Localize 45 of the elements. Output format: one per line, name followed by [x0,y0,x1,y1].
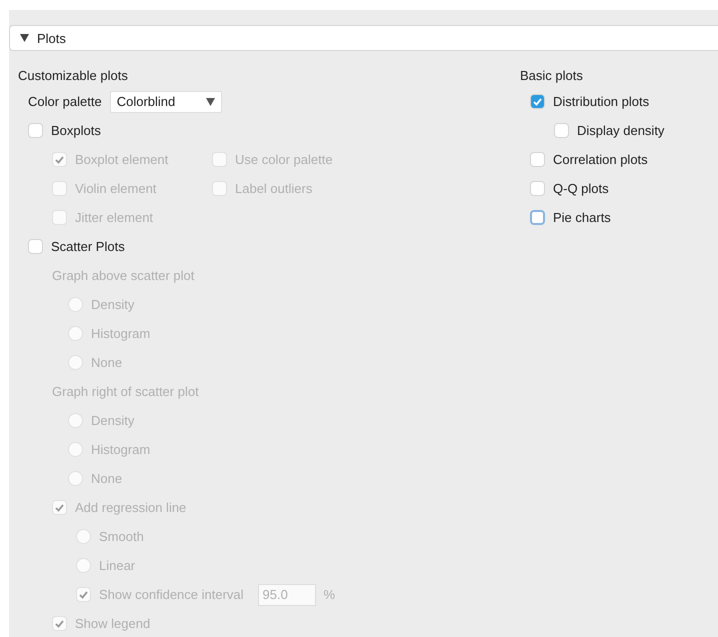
checkbox-label: Violin element [75,181,156,196]
checkbox[interactable] [530,181,545,196]
radio-label: Density [91,297,134,312]
checkbox[interactable] [554,123,569,138]
radio-label: Histogram [91,326,150,341]
checkbox-label: Show confidence interval [99,587,244,602]
checkbox-label: Boxplot element [75,152,168,167]
checkbox-label: Correlation plots [553,152,648,167]
checkbox[interactable] [530,94,545,109]
radio-label: None [91,355,122,370]
checkbox-label: Scatter Plots [51,239,125,254]
radio-label: Histogram [91,442,150,457]
check-icon [533,98,542,106]
checkbox[interactable] [530,210,545,225]
checkbox[interactable] [28,239,43,254]
check-icon [55,156,64,164]
radio-label: Density [91,413,134,428]
checkbox-label: Boxplots [51,123,101,138]
checkbox-label: Q-Q plots [553,181,609,196]
check-icon [79,590,88,598]
group-label: Graph right of scatter plot [52,384,199,399]
checkbox[interactable] [28,123,43,138]
checkbox-label: Distribution plots [553,94,650,109]
percent-sign: % [324,587,336,602]
checkbox-label: Add regression line [75,500,186,515]
collapse-triangle-icon [20,34,29,42]
radio-label: Smooth [99,529,144,544]
checkbox-label: Pie charts [553,210,611,225]
column-heading: Basic plots [520,67,584,85]
checkbox-label: Jitter element [75,210,154,225]
check-icon [55,504,64,512]
group-label: Graph above scatter plot [52,268,194,283]
checkbox-label: Label outliers [235,181,312,196]
caret-icon [206,98,215,106]
radio-label: Linear [99,558,136,573]
checkbox[interactable] [530,152,545,167]
checkbox-label: Show legend [75,616,150,631]
dropdown-label: Color palette [28,94,102,109]
checkbox-label: Display density [577,123,664,138]
radio-label: None [91,471,122,486]
palette-dropdown[interactable]: Colorblind [110,90,222,112]
checkbox-label: Use color palette [235,152,333,167]
section-header[interactable]: Plots [9,25,718,51]
check-icon [55,620,64,628]
column-heading: Customizable plots [18,67,129,85]
